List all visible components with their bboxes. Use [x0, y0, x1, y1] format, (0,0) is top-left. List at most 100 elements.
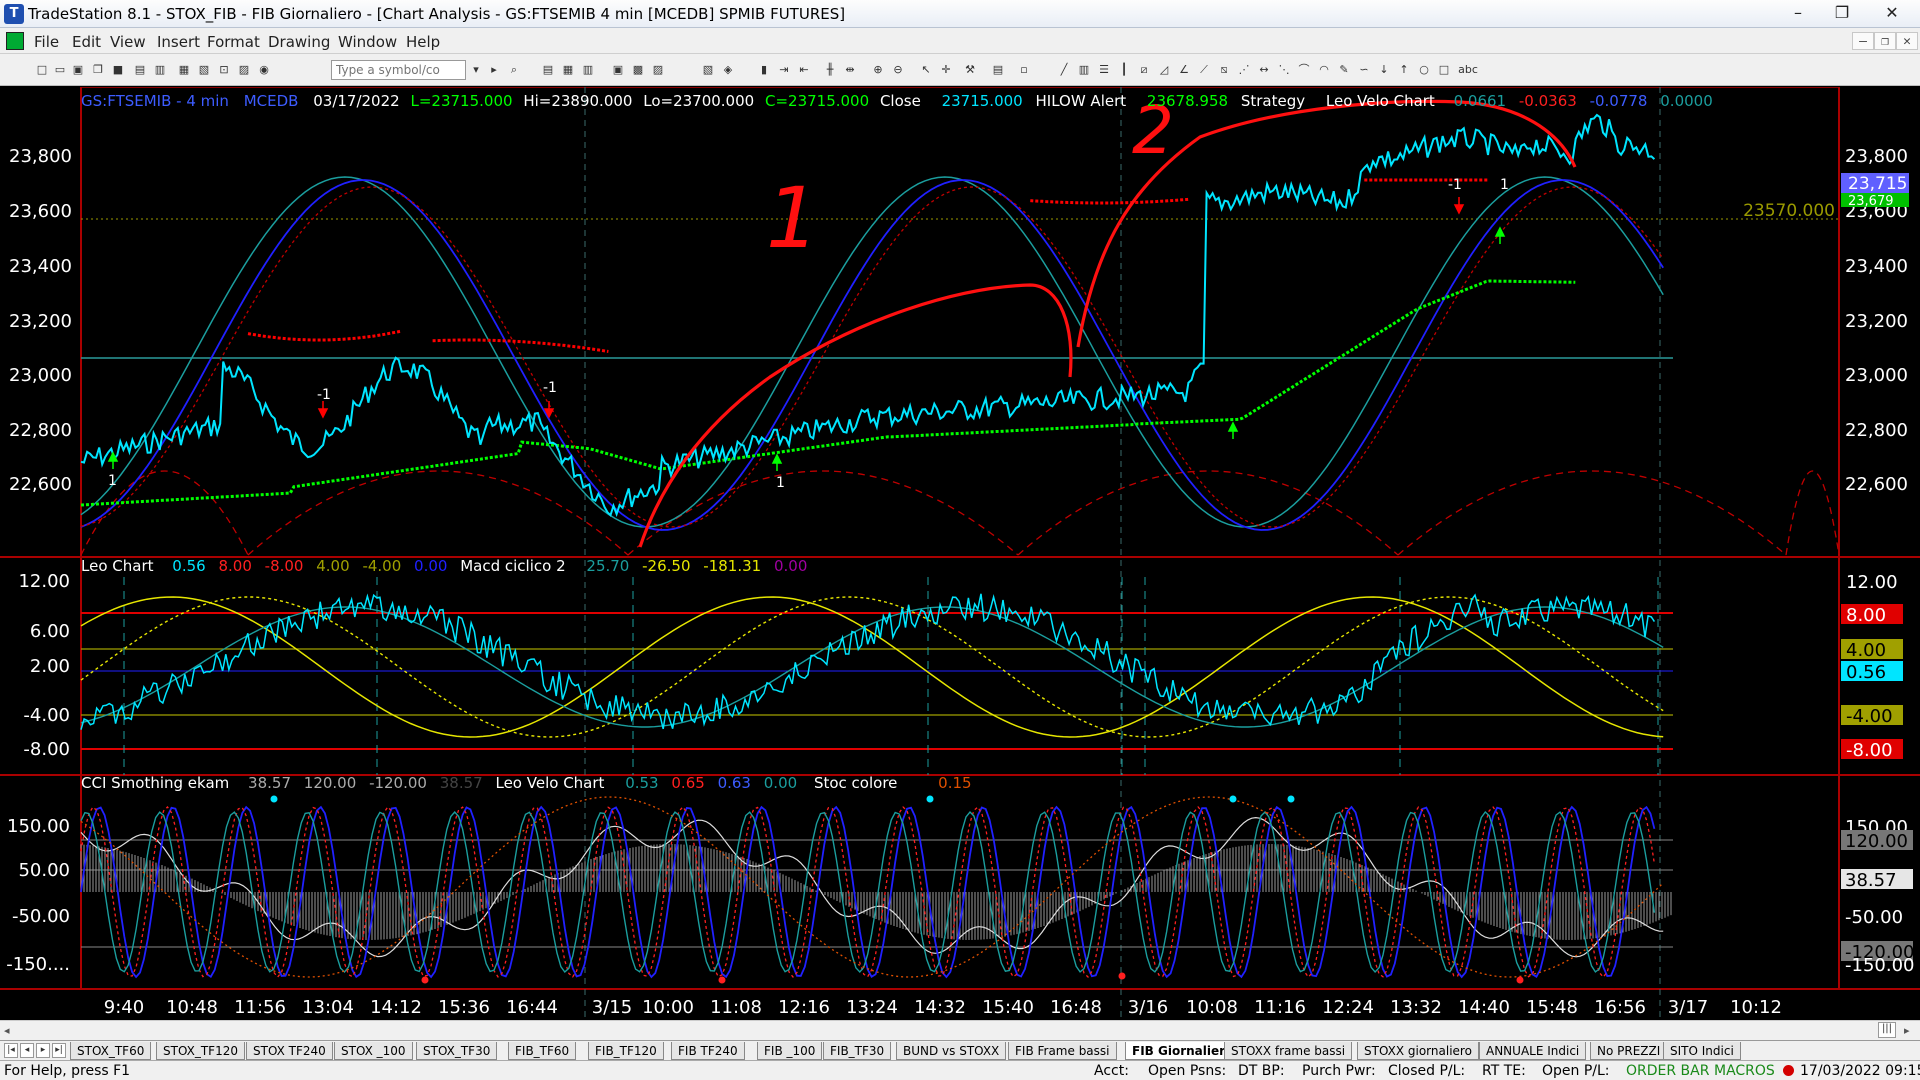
mdi-close-button[interactable]: ✕ — [1896, 32, 1918, 50]
print-icon[interactable]: ▤ — [132, 62, 148, 78]
tab-stoxx-giornaliero[interactable]: STOXX giornaliero — [1357, 1042, 1479, 1060]
gann-icon[interactable]: ⧅ — [1216, 62, 1232, 78]
speed-lines-icon[interactable]: ⋱ — [1276, 62, 1292, 78]
open-file-icon[interactable]: ▭ — [52, 62, 68, 78]
tab-bund-vs-stoxx[interactable]: BUND vs STOXX — [896, 1042, 1007, 1060]
tab-stox-tf60[interactable]: STOX_TF60 — [70, 1042, 152, 1060]
tab-fib-tf120[interactable]: FIB_TF120 — [588, 1042, 664, 1060]
regression-icon[interactable]: ⟋ — [1196, 62, 1212, 78]
mdi-minimize-button[interactable]: – — [1852, 32, 1874, 50]
find-icon[interactable]: ⌕ — [506, 62, 522, 78]
lines-icon[interactable]: ☰ — [1096, 62, 1112, 78]
macd-panel[interactable]: 12.00 6.00 2.00 -4.00 -8.00 12.00 8.00 4.000.56… — [18, 571, 1903, 775]
document-icon[interactable] — [6, 32, 24, 50]
menu-window[interactable]: Window — [338, 33, 397, 51]
tab-stox-tf240[interactable]: STOX TF240 — [246, 1042, 333, 1060]
tab-last-icon[interactable]: ▸| — [52, 1043, 66, 1058]
tab-annuale-indici[interactable]: ANNUALE Indici — [1479, 1042, 1587, 1060]
expand-icon[interactable]: ⇤ — [796, 62, 812, 78]
strategy-icon[interactable]: ◈ — [720, 62, 736, 78]
scale-icon[interactable]: ⇹ — [842, 62, 858, 78]
go-arrow-icon[interactable]: ▸ — [486, 62, 502, 78]
crosshair-icon[interactable]: ✛ — [938, 62, 954, 78]
options-icon[interactable]: ▩ — [630, 62, 646, 78]
bar-chart-icon[interactable]: ▮ — [756, 62, 772, 78]
globe-icon[interactable]: ◉ — [256, 62, 272, 78]
tab-next-icon[interactable]: ▸ — [36, 1043, 50, 1058]
scanner-icon[interactable]: ▣ — [610, 62, 626, 78]
insert-icon[interactable]: ▤ — [990, 62, 1006, 78]
tab-fib-giornaliero[interactable]: FIB Giornaliero — [1125, 1042, 1241, 1060]
tab-prev-icon[interactable]: ◂ — [20, 1043, 34, 1058]
curve-icon[interactable]: ∽ — [1356, 62, 1372, 78]
fan-icon[interactable]: ⋰ — [1236, 62, 1252, 78]
cycles-icon[interactable]: ◠ — [1316, 62, 1332, 78]
menu-drawing[interactable]: Drawing — [268, 33, 330, 51]
tab-first-icon[interactable]: |◂ — [4, 1043, 18, 1058]
candles-icon[interactable]: ╫ — [822, 62, 838, 78]
scroll-right-icon[interactable]: ▸ — [1904, 1024, 1910, 1037]
open-folder-icon[interactable]: ▣ — [70, 62, 86, 78]
status-macros[interactable]: MACROS — [1714, 1063, 1775, 1079]
mdi-restore-button[interactable]: ❐ — [1874, 32, 1896, 50]
trendline-icon[interactable]: ╱ — [1056, 62, 1072, 78]
channel-icon[interactable]: ⧄ — [1136, 62, 1152, 78]
menu-format[interactable]: Format — [207, 33, 260, 51]
chart-icon[interactable]: ▨ — [236, 62, 252, 78]
maximize-button[interactable]: ❐ — [1820, 0, 1864, 26]
minimize-button[interactable]: – — [1776, 0, 1820, 26]
horizontal-line-icon[interactable]: ↔ — [1256, 62, 1272, 78]
close-button[interactable]: ✕ — [1864, 0, 1920, 26]
chart-canvas[interactable]: 23,800 23,80023,600 23,60023,400 23,40023,2… — [0, 86, 1920, 1020]
workspace-icon[interactable]: ▦ — [176, 62, 192, 78]
symbol-input[interactable] — [331, 60, 466, 80]
arrow-up-icon[interactable]: ↑ — [1396, 62, 1412, 78]
lock-icon[interactable]: ⊡ — [216, 62, 232, 78]
angle-icon[interactable]: ∠ — [1176, 62, 1192, 78]
tab-no-prezzi[interactable]: No PREZZI — [1590, 1042, 1668, 1060]
arcs-icon[interactable]: ⌒ — [1296, 62, 1312, 78]
zoom-out-icon[interactable]: ⊖ — [890, 62, 906, 78]
tab-stox-100[interactable]: STOX _100 — [334, 1042, 413, 1060]
text-tool-icon[interactable]: abc — [1456, 62, 1480, 78]
radar-icon[interactable]: ▦ — [560, 62, 576, 78]
text-icon[interactable]: ▫ — [1016, 62, 1032, 78]
ellipse-icon[interactable]: ○ — [1416, 62, 1432, 78]
tab-fib-tf60[interactable]: FIB_TF60 — [508, 1042, 577, 1060]
tab-stoxx-frame-bassi[interactable]: STOXX frame bassi — [1224, 1042, 1353, 1060]
pencil-icon[interactable]: ✎ — [1336, 62, 1352, 78]
copy-icon[interactable]: ❐ — [90, 62, 106, 78]
horizontal-scrollbar[interactable]: ◂ ||| ▸ — [0, 1020, 1920, 1040]
tab-stox-tf120[interactable]: STOX_TF120 — [156, 1042, 245, 1060]
window-icon[interactable]: ▧ — [196, 62, 212, 78]
arrow-down-icon[interactable]: ↓ — [1376, 62, 1392, 78]
print-preview-icon[interactable]: ▥ — [152, 62, 168, 78]
vlines-icon[interactable]: ┃ — [1116, 62, 1132, 78]
menu-help[interactable]: Help — [406, 33, 440, 51]
tab-fib-100[interactable]: FIB _100 — [757, 1042, 823, 1060]
tab-fib-frame-bassi[interactable]: FIB Frame bassi — [1008, 1042, 1117, 1060]
price-panel[interactable]: 23,800 23,80023,600 23,60023,400 23,40023,2… — [9, 87, 1909, 1020]
pointer-icon[interactable]: ↖ — [918, 62, 934, 78]
chart-analysis-window[interactable]: 23,800 23,800 23,600 23,600 23,400 23,400 23,2… — [0, 86, 1920, 1020]
status-order-bar[interactable]: ORDER BAR — [1626, 1063, 1709, 1079]
news-icon[interactable]: ▨ — [650, 62, 666, 78]
tab-fib-tf30[interactable]: FIB_TF30 — [823, 1042, 892, 1060]
menu-file[interactable]: File — [34, 33, 59, 51]
compress-icon[interactable]: ⇥ — [776, 62, 792, 78]
menu-edit[interactable]: Edit — [72, 33, 101, 51]
zoom-in-icon[interactable]: ⊕ — [870, 62, 886, 78]
menu-insert[interactable]: Insert — [157, 33, 200, 51]
menu-view[interactable]: View — [110, 33, 146, 51]
fib-icon[interactable]: ▥ — [1076, 62, 1092, 78]
new-file-icon[interactable]: □ — [34, 62, 50, 78]
save-icon[interactable]: ■ — [110, 62, 126, 78]
hammer-icon[interactable]: ⚒ — [962, 62, 978, 78]
triangle-icon[interactable]: ◿ — [1156, 62, 1172, 78]
portfolio-icon[interactable]: ▧ — [700, 62, 716, 78]
matrix-icon[interactable]: ▥ — [580, 62, 596, 78]
dropdown-arrow-icon[interactable]: ▾ — [468, 62, 484, 78]
chart-analysis-icon[interactable]: ▤ — [540, 62, 556, 78]
tab-stox-tf30[interactable]: STOX_TF30 — [416, 1042, 498, 1060]
rectangle-icon[interactable]: □ — [1436, 62, 1452, 78]
